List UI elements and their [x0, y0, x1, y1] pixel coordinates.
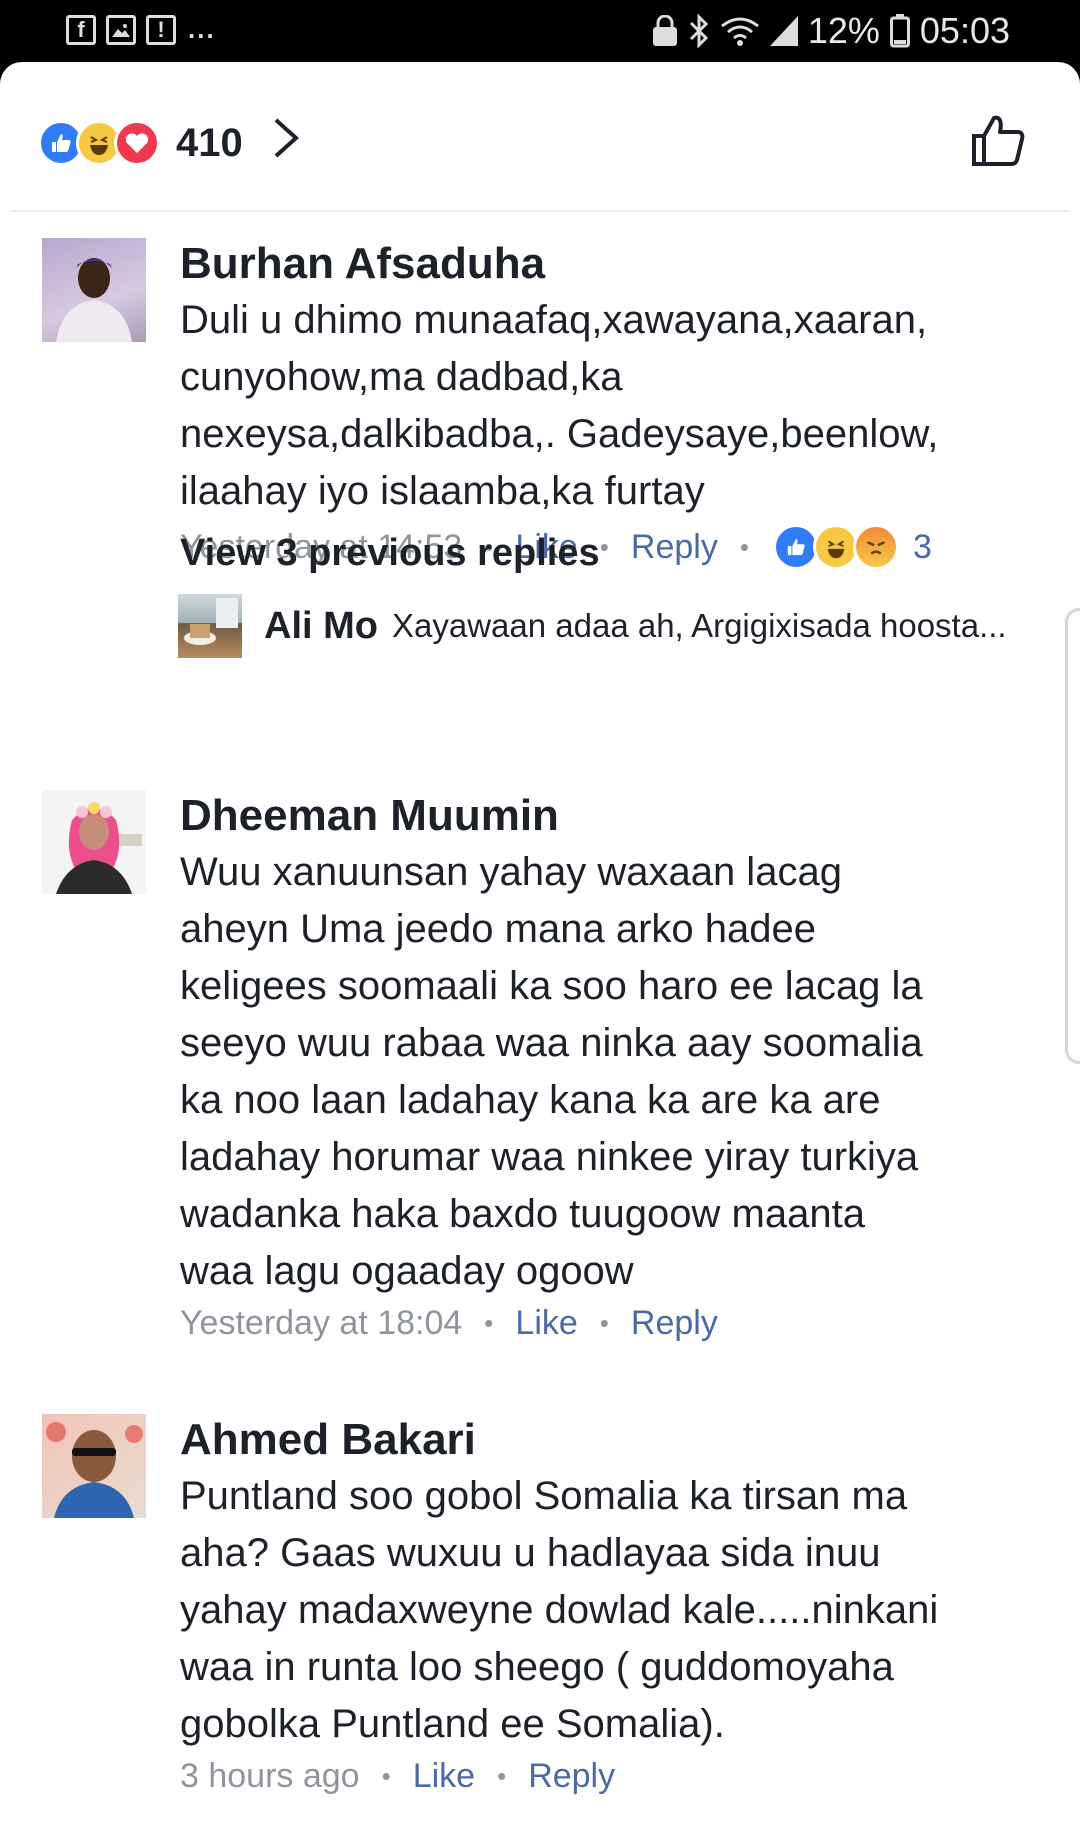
- header-divider: [10, 210, 1070, 212]
- thumbs-up-icon[interactable]: [970, 112, 1026, 168]
- lock-icon: [652, 15, 677, 46]
- gallery-icon: [106, 14, 136, 45]
- view-previous-replies-link[interactable]: View 3 previous replies: [180, 532, 600, 575]
- reaction-summary[interactable]: 410: [38, 120, 243, 166]
- reply-link[interactable]: Reply: [528, 1757, 615, 1796]
- reply-preview[interactable]: Ali Mo Xayawaan adaa ah, Argigixisada ho…: [178, 594, 1007, 658]
- avatar[interactable]: [42, 238, 146, 342]
- avatar[interactable]: [178, 594, 242, 658]
- comment-timestamp[interactable]: Yesterday at 18:04: [180, 1304, 462, 1343]
- signal-icon: [769, 16, 798, 46]
- alert-icon: !: [146, 14, 176, 45]
- comment-actions: 3 hours ago • Like • Reply: [180, 1757, 616, 1796]
- bluetooth-icon: [689, 14, 708, 48]
- clock: 05:03: [919, 10, 1010, 51]
- more-notifications: ...: [188, 14, 216, 44]
- comment-author[interactable]: Ahmed Bakari: [180, 1412, 1050, 1468]
- like-link[interactable]: Like: [413, 1757, 475, 1796]
- chevron-right-icon[interactable]: [272, 116, 300, 160]
- reply-author[interactable]: Ali Mo: [264, 605, 378, 648]
- notification-icons: f ! ...: [66, 14, 216, 45]
- comment-reactions[interactable]: 3: [772, 524, 932, 570]
- reply-text: Xayawaan adaa ah, Argigixisada hoosta...: [391, 607, 1007, 644]
- comment-author[interactable]: Dheeman Muumin: [180, 788, 1050, 844]
- wifi-icon: [720, 17, 759, 46]
- status-bar: f ! ... 12% 05:03: [0, 0, 1080, 62]
- like-link[interactable]: Like: [515, 1304, 577, 1343]
- avatar[interactable]: [42, 1414, 146, 1518]
- love-reaction-icon: [114, 120, 160, 166]
- avatar[interactable]: [42, 790, 146, 894]
- battery-percent: 12%: [807, 10, 880, 51]
- comment-text: Wuu xanuunsan yahay waxaan lacag aheyn U…: [180, 850, 923, 1293]
- facebook-icon: f: [66, 14, 96, 45]
- reply-link[interactable]: Reply: [631, 528, 718, 567]
- system-indicators: 12% 05:03: [652, 10, 1010, 52]
- reaction-count: 410: [176, 120, 243, 165]
- comment-timestamp[interactable]: 3 hours ago: [180, 1757, 360, 1796]
- comments-sheet: 410 Burhan Afsaduha Duli u dhimo munaafa…: [0, 62, 1080, 1842]
- comment-actions: Yesterday at 18:04 • Like • Reply: [180, 1304, 718, 1343]
- battery-icon: [889, 14, 910, 48]
- angry-reaction-icon: [852, 524, 899, 570]
- reactions-header: 410: [0, 62, 1080, 210]
- comment-author[interactable]: Burhan Afsaduha: [180, 236, 1050, 292]
- comment-text: Duli u dhimo munaafaq,xawayana,xaaran, c…: [180, 298, 939, 513]
- reply-link[interactable]: Reply: [631, 1304, 718, 1343]
- comment-text: Puntland soo gobol Somalia ka tirsan ma …: [180, 1474, 939, 1746]
- reaction-count: 3: [912, 527, 932, 566]
- scrollbar[interactable]: [1065, 608, 1080, 1064]
